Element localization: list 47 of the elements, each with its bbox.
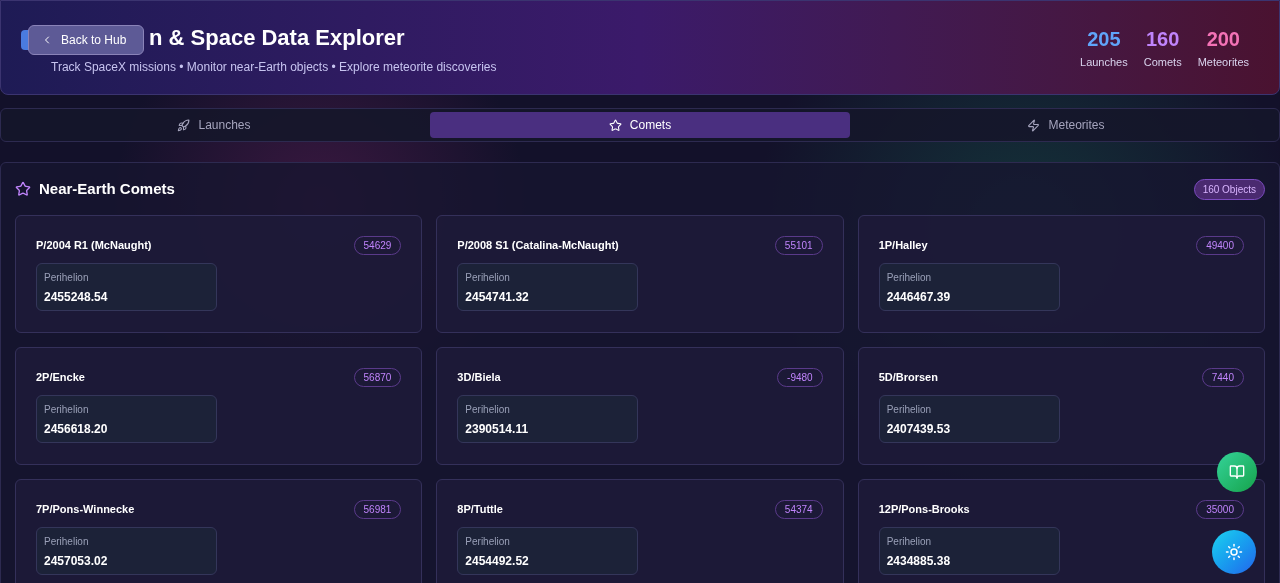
field-label: Perihelion xyxy=(886,270,933,285)
field-label: Perihelion xyxy=(465,270,511,285)
field-label: Perihelion xyxy=(465,534,511,549)
comet-name: 8P/Tuttle xyxy=(457,501,503,517)
stat-label: Launches xyxy=(1080,55,1128,71)
star-icon xyxy=(15,181,31,198)
field-value: 2446467.39 xyxy=(886,288,952,306)
field-label: Perihelion xyxy=(886,402,933,417)
stat-value: 160 xyxy=(1146,27,1180,53)
field-label: Perihelion xyxy=(886,534,933,549)
field-value: 2454741.32 xyxy=(465,288,530,306)
comet-name: 7P/Pons-Winnecke xyxy=(36,501,135,517)
book-icon xyxy=(1229,464,1245,480)
field-value: 2457053.02 xyxy=(44,552,109,570)
section-title: Near-Earth Comets xyxy=(39,179,175,199)
tab[interactable]: Launches xyxy=(4,112,424,138)
field-value: 2434885.38 xyxy=(886,552,952,570)
field-value: 2390514.11 xyxy=(465,420,530,438)
comet-name: 12P/Pons-Brooks xyxy=(878,501,970,517)
page-subtitle: Track SpaceX missions • Monitor near-Earth objects • Explore meteorite discoveries xyxy=(51,58,497,76)
sun-icon xyxy=(1225,543,1243,561)
comet-name: 3D/Biela xyxy=(457,369,501,385)
field-label: Perihelion xyxy=(465,402,511,417)
stat-label: Meteorites xyxy=(1197,55,1249,71)
field-label: Perihelion xyxy=(44,534,90,549)
tab[interactable]: Comets xyxy=(430,112,850,138)
stat-value: 200 xyxy=(1206,27,1240,53)
tab[interactable]: Meteorites xyxy=(856,112,1276,138)
field-value: 2407439.53 xyxy=(886,420,952,438)
field-label: Perihelion xyxy=(44,402,90,417)
comet-name: P/2008 S1 (Catalina-McNaught) xyxy=(457,237,619,253)
star-icon xyxy=(608,118,622,132)
field-value: 2456618.20 xyxy=(44,420,109,438)
field-label: Perihelion xyxy=(44,270,90,285)
page-title: n & Space Data Explorer xyxy=(149,23,406,52)
rocket-icon xyxy=(177,118,191,132)
field-value: 2455248.54 xyxy=(44,288,109,306)
comet-name: P/2004 R1 (McNaught) xyxy=(36,237,152,253)
count-badge: 160 Objects xyxy=(1193,178,1265,200)
comet-name: 1P/Halley xyxy=(878,237,928,253)
back-button[interactable]: Back to Hub xyxy=(28,25,144,55)
stat-label: Comets xyxy=(1143,55,1182,71)
stat-value: 205 xyxy=(1087,27,1121,53)
field-value: 2454492.52 xyxy=(465,552,530,570)
comet-name: 5D/Brorsen xyxy=(878,369,938,385)
zap-icon xyxy=(1027,118,1041,132)
comet-name: 2P/Encke xyxy=(36,369,85,385)
